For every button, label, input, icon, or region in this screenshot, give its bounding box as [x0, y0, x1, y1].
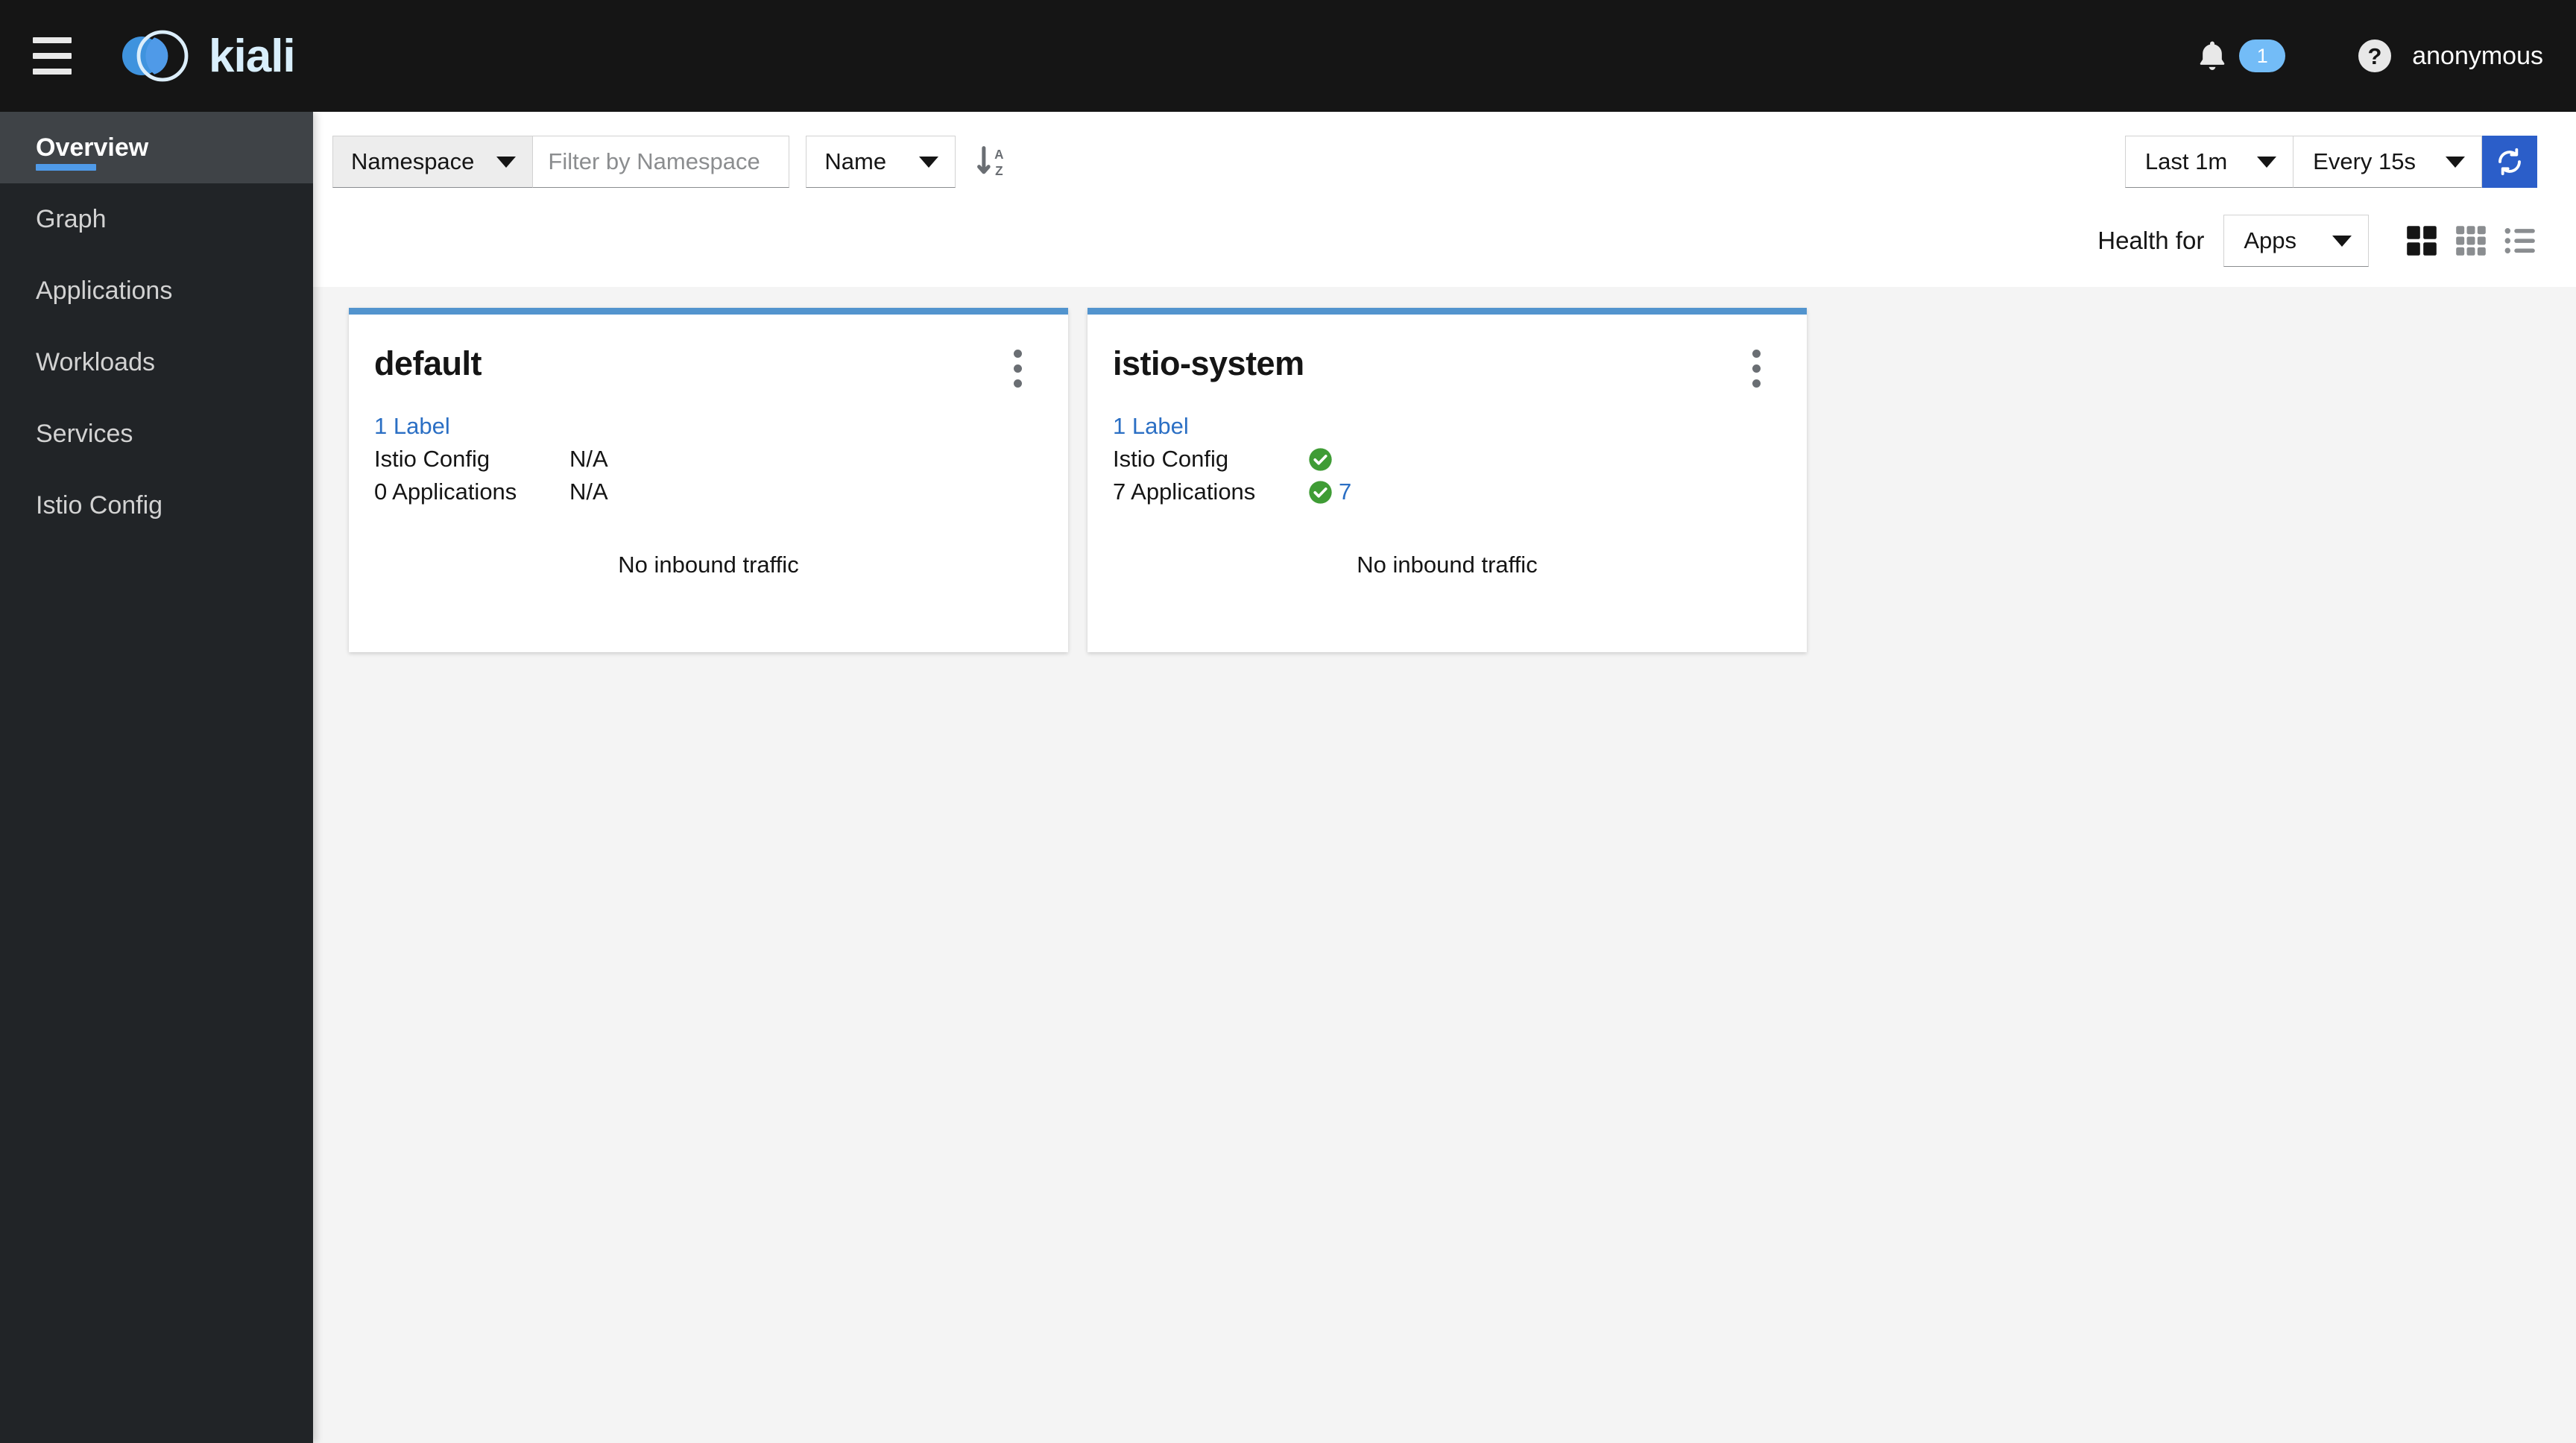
view-toggle-group — [2405, 224, 2537, 258]
chevron-down-icon — [2446, 156, 2465, 168]
namespace-labels-link[interactable]: 1 Label — [1113, 413, 1774, 440]
grid-2x2-icon — [2407, 226, 2437, 256]
toolbar-area: Namespace Filter by Namespace Name A Z L… — [313, 112, 2576, 287]
kebab-dot — [1752, 379, 1761, 388]
hamburger-bar — [33, 53, 72, 59]
svg-text:Z: Z — [995, 163, 1003, 178]
sort-field-label: Name — [824, 148, 887, 174]
namespace-filter-placeholder: Filter by Namespace — [548, 148, 760, 174]
sidebar-item-label: Services — [36, 419, 133, 448]
health-for-dropdown[interactable]: Apps — [2223, 215, 2369, 267]
sidebar-item-istio-config[interactable]: Istio Config — [0, 470, 313, 541]
svg-text:A: A — [994, 147, 1003, 162]
refresh-interval-label: Every 15s — [2313, 148, 2416, 174]
namespace-name: default — [374, 344, 482, 382]
namespace-card[interactable]: istio-system 1 Label Istio Config 7 Appl… — [1087, 308, 1807, 652]
sort-direction-button[interactable]: A Z — [972, 139, 1014, 185]
applications-value: N/A — [569, 479, 608, 505]
chevron-down-icon — [496, 156, 517, 168]
time-range-label: Last 1m — [2144, 148, 2228, 174]
healthy-applications-count[interactable]: 7 — [1339, 479, 1351, 505]
filter-type-dropdown[interactable]: Namespace — [332, 136, 533, 188]
filter-type-label: Namespace — [351, 148, 475, 174]
inbound-traffic-status: No inbound traffic — [618, 552, 799, 578]
kebab-dot — [1013, 379, 1022, 388]
chevron-down-icon — [919, 156, 939, 168]
sidebar-item-graph[interactable]: Graph — [0, 183, 313, 255]
card-header: istio-system — [1113, 344, 1774, 392]
applications-label: 7 Applications — [1113, 479, 1256, 505]
kebab-dot — [1013, 364, 1022, 373]
istio-config-value — [1308, 447, 1333, 472]
username-label[interactable]: anonymous — [2412, 42, 2543, 71]
istio-config-value: N/A — [569, 446, 608, 472]
health-for-label: Health for — [2097, 227, 2205, 254]
notification-count-badge[interactable]: 1 — [2239, 40, 2286, 72]
kebab-dot — [1013, 349, 1022, 358]
svg-text:?: ? — [2368, 43, 2382, 69]
applications-label: 0 Applications — [374, 479, 517, 505]
sidebar-item-label: Overview — [36, 133, 149, 162]
sidebar-navigation: Overview Graph Applications Workloads Se… — [0, 112, 313, 1443]
namespace-name: istio-system — [1113, 344, 1304, 382]
hamburger-bar — [33, 37, 72, 43]
card-kebab-menu-button[interactable] — [1738, 344, 1774, 392]
namespace-card-list: default 1 Label Istio Config N/A 0 Appli… — [313, 287, 2576, 652]
refresh-interval-dropdown[interactable]: Every 15s — [2293, 136, 2482, 188]
bell-icon — [2200, 41, 2225, 70]
hamburger-bar — [33, 69, 72, 75]
sidebar-item-applications[interactable]: Applications — [0, 255, 313, 326]
refresh-button[interactable] — [2482, 136, 2537, 188]
brand-logo-link[interactable]: kiali — [113, 25, 296, 86]
istio-config-label: Istio Config — [374, 446, 490, 472]
applications-row: 7 Applications 7 — [1113, 479, 1774, 505]
sidebar-item-label: Graph — [36, 204, 107, 233]
istio-config-row: Istio Config — [1113, 446, 1774, 473]
notifications-button[interactable]: 1 — [2196, 38, 2286, 74]
sidebar-item-overview[interactable]: Overview — [0, 112, 313, 183]
view-toggle-expand[interactable] — [2405, 224, 2439, 258]
applications-value: 7 — [1308, 479, 1351, 505]
view-toggle-compact[interactable] — [2454, 224, 2488, 258]
card-kebab-menu-button[interactable] — [1000, 344, 1035, 392]
namespace-card[interactable]: default 1 Label Istio Config N/A 0 Appli… — [349, 308, 1068, 652]
kiali-logo-icon — [122, 30, 189, 82]
view-toggle-list[interactable] — [2503, 224, 2537, 258]
masthead-actions: 1 ? anonymous — [2196, 38, 2543, 74]
inbound-traffic-status: No inbound traffic — [1357, 552, 1538, 578]
namespace-labels-link[interactable]: 1 Label — [374, 413, 1035, 440]
sidebar-item-services[interactable]: Services — [0, 398, 313, 470]
sidebar-item-label: Applications — [36, 276, 173, 305]
istio-config-label: Istio Config — [1113, 446, 1229, 472]
brand-name: kiali — [209, 30, 296, 82]
time-refresh-toolbar: Last 1m Every 15s — [2124, 136, 2537, 188]
health-healthy-check-icon — [1309, 480, 1332, 504]
main-content: Namespace Filter by Namespace Name A Z L… — [313, 112, 2576, 1443]
applications-row: 0 Applications N/A — [374, 479, 1035, 505]
sidebar-item-label: Istio Config — [36, 490, 163, 520]
time-range-dropdown[interactable]: Last 1m — [2124, 136, 2294, 188]
chevron-down-icon — [2257, 156, 2277, 168]
refresh-icon — [2498, 148, 2521, 176]
list-icon — [2504, 228, 2535, 253]
kebab-dot — [1752, 364, 1761, 373]
namespace-filter-input[interactable]: Filter by Namespace — [532, 136, 790, 188]
sort-ascending-az-icon: A Z — [977, 146, 1004, 178]
sidebar-item-workloads[interactable]: Workloads — [0, 326, 313, 398]
sort-field-dropdown[interactable]: Name — [806, 136, 956, 188]
sidebar-item-label: Workloads — [36, 347, 155, 376]
health-for-value: Apps — [2244, 227, 2296, 253]
health-for-toolbar: Health for Apps — [2097, 215, 2537, 267]
chevron-down-icon — [2332, 235, 2352, 247]
masthead: kiali 1 ? anonymous — [0, 0, 2576, 112]
grid-3x3-icon — [2456, 226, 2486, 256]
istio-config-row: Istio Config N/A — [374, 446, 1035, 473]
user-help-group: ? anonymous — [2357, 38, 2543, 74]
global-navigation-toggle-icon[interactable] — [16, 20, 88, 92]
kebab-dot — [1752, 349, 1761, 358]
help-question-icon[interactable]: ? — [2357, 38, 2393, 74]
health-healthy-check-icon — [1309, 447, 1332, 471]
card-header: default — [374, 344, 1035, 392]
